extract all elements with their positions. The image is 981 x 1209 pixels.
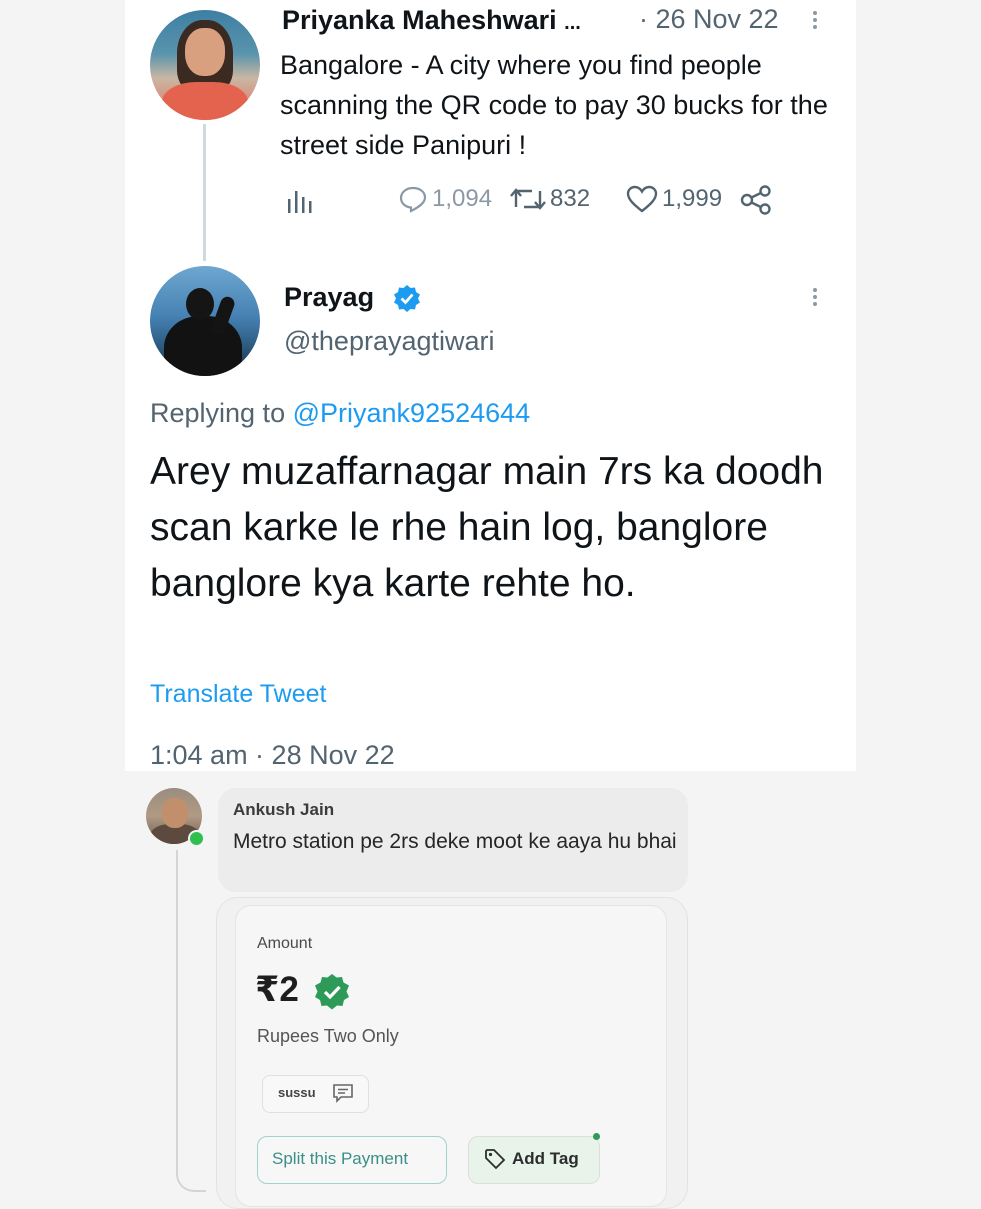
tweet1-action-bar: 1,094 832 1,999	[282, 185, 802, 221]
amount-in-words: Rupees Two Only	[257, 1026, 399, 1046]
add-tag-label: Add Tag	[512, 1149, 579, 1168]
chat-sender-name: Ankush Jain	[233, 800, 335, 819]
avatar-priyanka[interactable]	[150, 10, 260, 120]
share-button[interactable]	[740, 185, 772, 215]
tweet2-more-options-icon[interactable]	[813, 285, 819, 309]
replying-to-line: Replying to @Priyank92524644	[150, 398, 530, 429]
heart-icon	[626, 185, 658, 213]
reply-button[interactable]: 1,094	[398, 185, 492, 213]
retweet-icon	[510, 188, 546, 210]
replying-prefix: Replying to	[150, 398, 286, 428]
tweet1-author-name[interactable]: Priyanka Maheshwari ...	[282, 5, 581, 36]
like-button[interactable]: 1,999	[626, 185, 722, 213]
amount-label: Amount	[257, 935, 313, 952]
online-status-dot	[188, 830, 205, 847]
tweet2-timestamp[interactable]: 1:04 am · 28 Nov 22	[150, 740, 395, 771]
payment-success-check-icon	[312, 972, 352, 1017]
amount-value: ₹2	[255, 970, 299, 1009]
message-note-icon	[332, 1083, 354, 1108]
tweet2-handle[interactable]: @theprayagtiwari	[284, 326, 495, 357]
retweet-count: 832	[550, 185, 591, 212]
analytics-button[interactable]	[286, 185, 314, 215]
analytics-icon	[288, 191, 312, 213]
tweet2-text: Arey muzaffarnagar main 7rs ka doodh sca…	[150, 450, 824, 605]
reply-count: 1,094	[432, 185, 493, 212]
verified-badge-icon	[393, 284, 421, 317]
thread-connector-line	[203, 124, 206, 261]
replying-mention-link[interactable]: @Priyank92524644	[293, 398, 531, 428]
share-icon	[740, 185, 771, 215]
chat-message-text: Metro station pe 2rs deke moot ke aaya h…	[233, 830, 677, 853]
tweet2-author-name[interactable]: Prayag	[284, 282, 374, 313]
tweet1-date[interactable]: · 26 Nov 22	[639, 4, 779, 35]
tweet1-more-options-icon[interactable]	[813, 8, 819, 32]
tweet1-text: Bangalore - A city where you find people…	[280, 50, 828, 160]
avatar-prayag[interactable]	[150, 266, 260, 376]
new-indicator-dot	[593, 1133, 600, 1140]
name-truncation-ellipsis: ...	[564, 12, 581, 34]
split-payment-label: Split this Payment	[272, 1149, 409, 1168]
tag-icon	[484, 1148, 506, 1175]
reply-icon	[399, 186, 427, 213]
translate-tweet-link[interactable]: Translate Tweet	[150, 680, 326, 709]
chat-connector-line	[176, 850, 206, 1192]
payment-note-text: sussu	[278, 1085, 316, 1100]
retweet-button[interactable]: 832	[510, 185, 590, 213]
like-count: 1,999	[662, 185, 723, 212]
